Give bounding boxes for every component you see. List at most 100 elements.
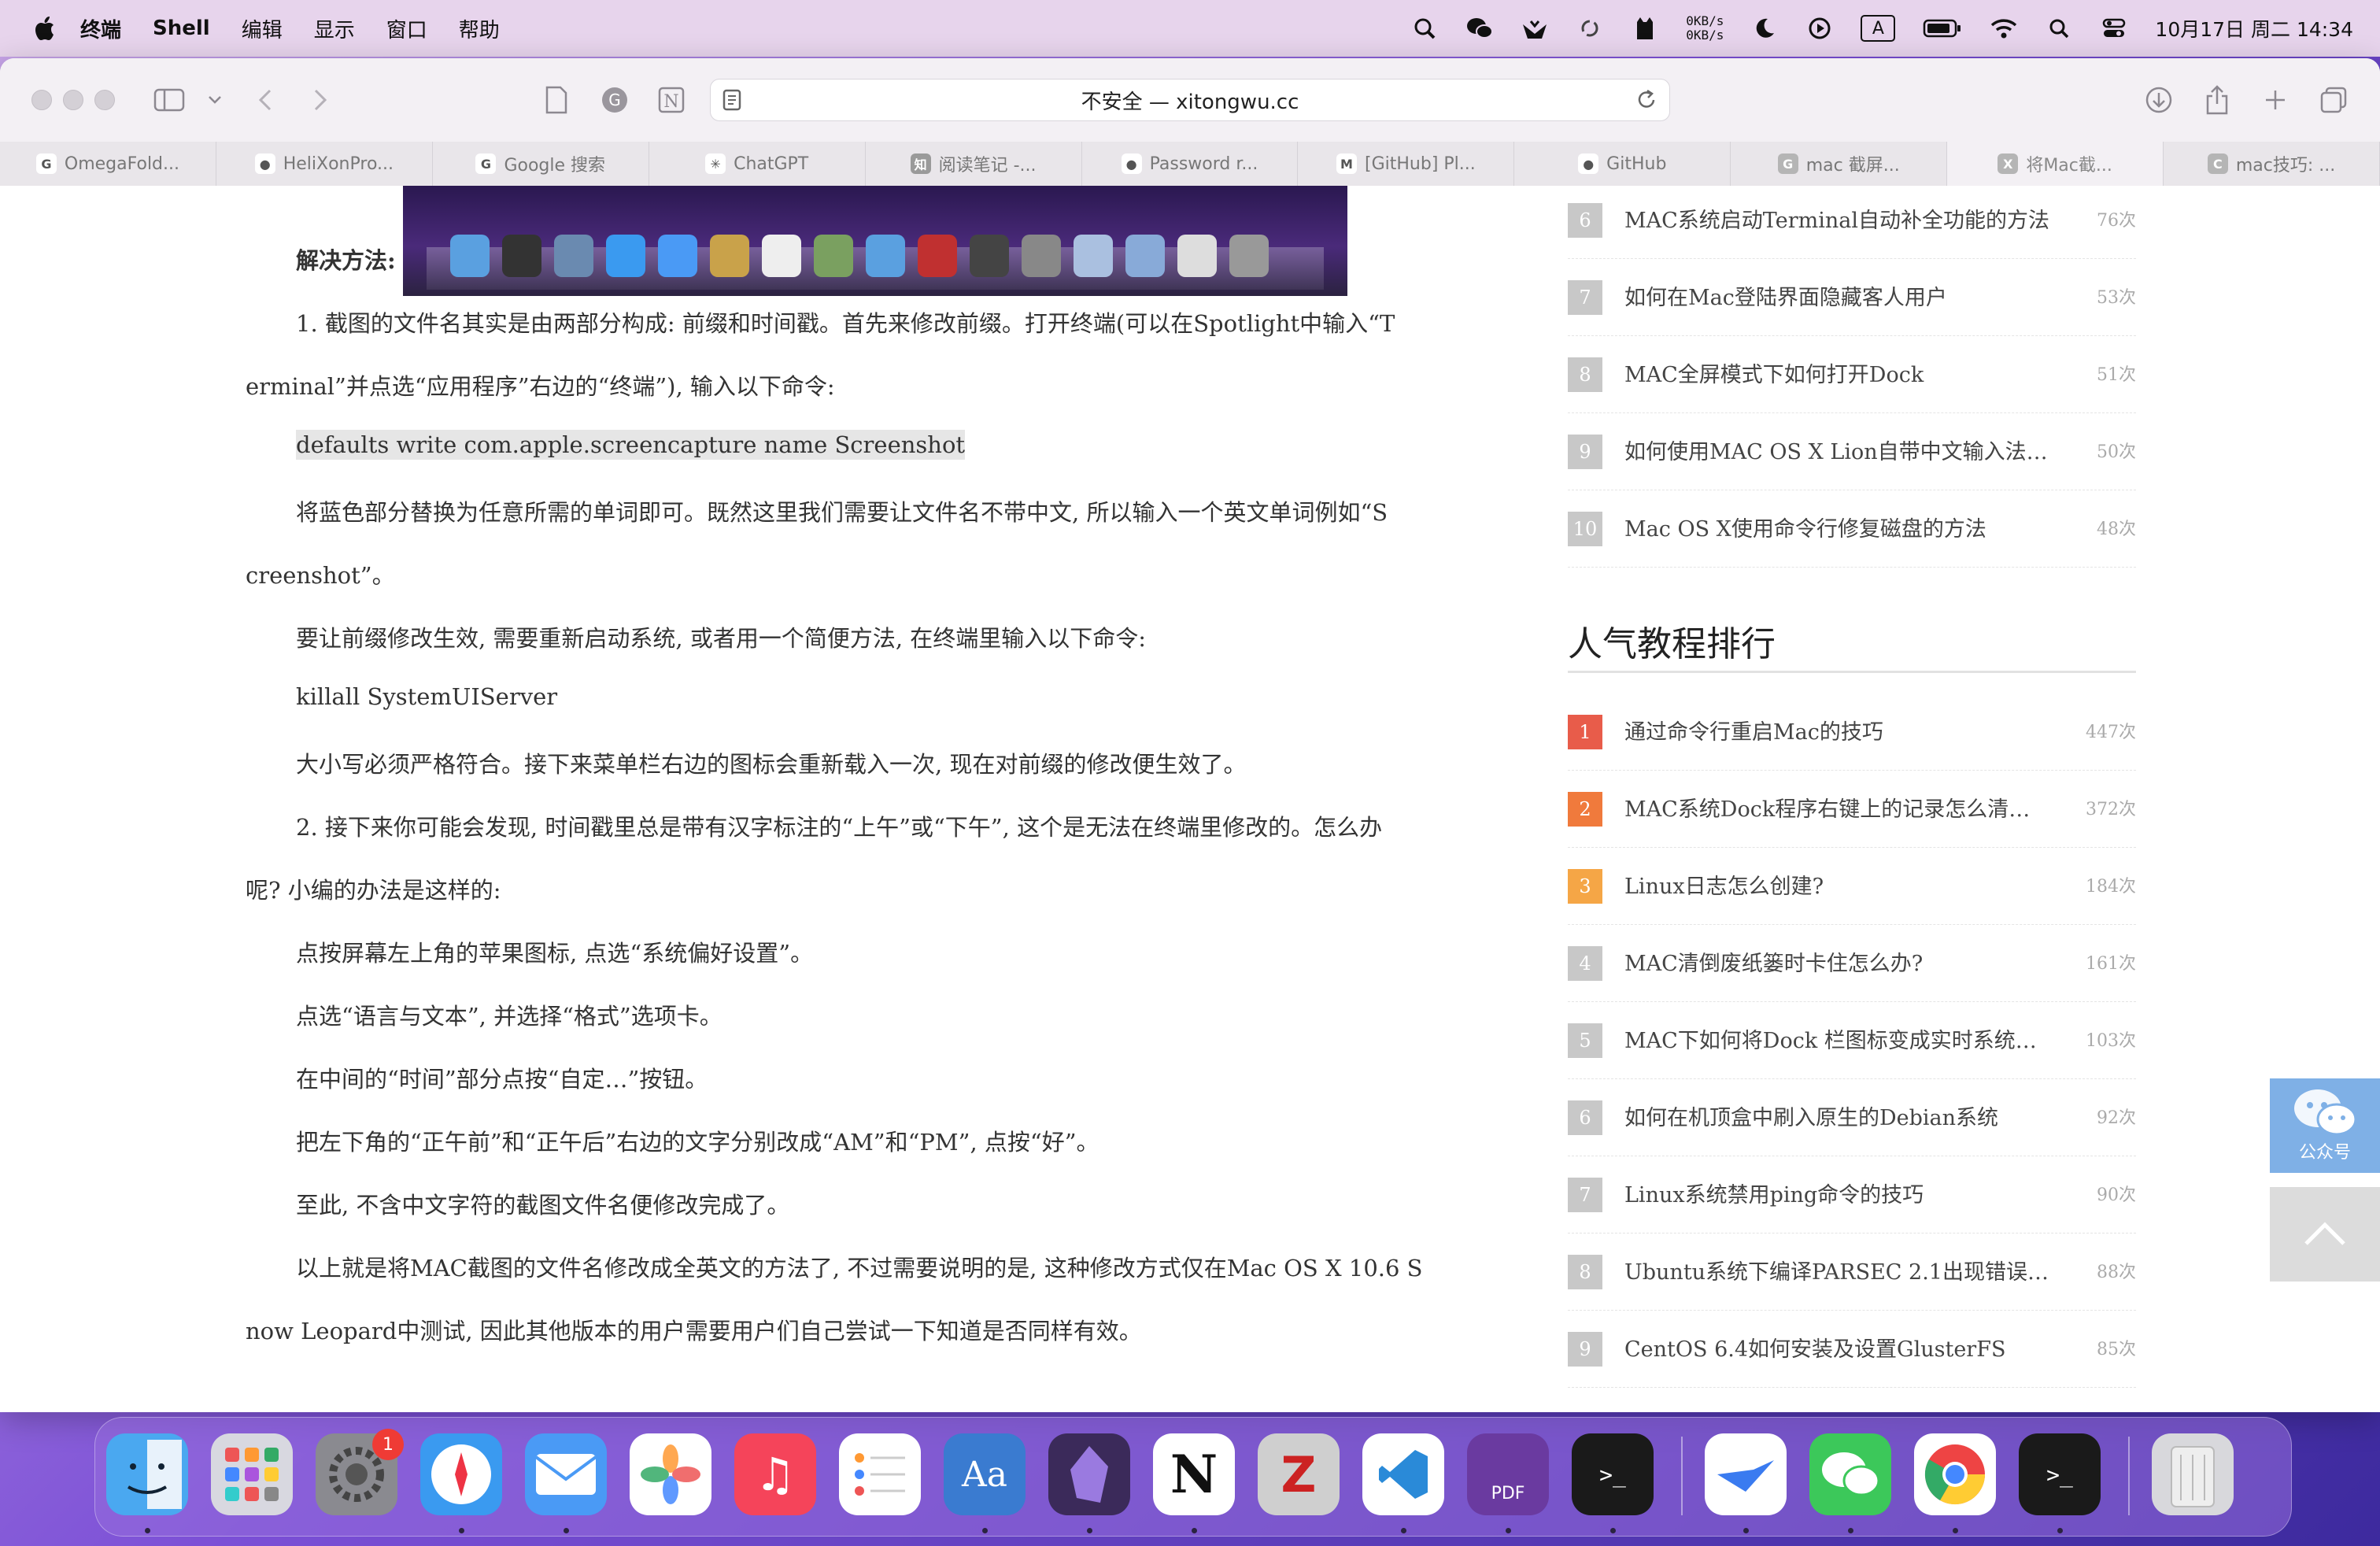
pdf-expert-icon[interactable]: PDF	[1467, 1433, 1549, 1515]
wechat-icon[interactable]	[1809, 1433, 1891, 1515]
document-icon[interactable]	[540, 83, 573, 117]
window-minimize-button[interactable]	[63, 90, 83, 110]
browser-tab[interactable]: M [GitHub] Pl...	[1298, 142, 1515, 186]
rank-title-link[interactable]: Mac OS X使用命令行修复磁盘的方法	[1624, 512, 1986, 542]
menu-window[interactable]: 窗口	[386, 14, 427, 43]
rank-title-link[interactable]: 如何在Mac登陆界面隐藏客人用户	[1624, 280, 1947, 311]
reload-icon[interactable]	[1635, 88, 1658, 117]
back-arrow-icon[interactable]	[249, 83, 282, 117]
ranking-row[interactable]: 2 MAC系统Dock程序右键上的记录怎么清… 372次	[1568, 770, 2136, 848]
ranking-row[interactable]: 3 Linux日志怎么创建? 184次	[1568, 847, 2136, 925]
menu-view[interactable]: 显示	[314, 14, 355, 43]
rank-title-link[interactable]: Linux系统禁用ping命令的技巧	[1624, 1178, 1924, 1208]
browser-tab[interactable]: ● HeliXonPro...	[216, 142, 433, 186]
wechat-status-icon[interactable]	[1465, 14, 1494, 43]
vscode-icon[interactable]	[1362, 1433, 1444, 1515]
notion-clipper-icon[interactable]: N	[655, 83, 688, 117]
obsidian-icon[interactable]	[1048, 1433, 1130, 1515]
ranking-row[interactable]: 6 MAC系统启动Terminal自动补全功能的方法 76次	[1568, 186, 2136, 259]
menu-app-name[interactable]: 终端	[80, 14, 121, 43]
safari-icon[interactable]	[420, 1433, 502, 1515]
browser-tab[interactable]: 知阅读笔记 -...	[866, 142, 1082, 186]
notion-icon[interactable]: N	[1153, 1433, 1235, 1515]
reader-mode-icon[interactable]	[722, 89, 742, 117]
menubar-clock[interactable]: 10月17日 周二 14:34	[2155, 14, 2353, 43]
browser-tab[interactable]: ● Password r...	[1082, 142, 1299, 186]
finder-icon[interactable]	[106, 1433, 188, 1515]
rank-title-link[interactable]: MAC下如何将Dock 栏图标变成实时系统…	[1624, 1023, 2037, 1054]
chrome-icon[interactable]	[1914, 1433, 1996, 1515]
input-source-icon[interactable]: A	[1861, 15, 1896, 42]
browser-tab[interactable]: ● GitHub	[1514, 142, 1731, 186]
rank-title-link[interactable]: 如何在机顶盒中刷入原生的Debian系统	[1624, 1100, 1998, 1131]
play-circle-icon[interactable]	[1805, 14, 1834, 43]
system-settings-icon[interactable]: 1	[316, 1429, 404, 1515]
cat-status-icon[interactable]	[1631, 14, 1659, 43]
browser-tab[interactable]: Cmac技巧: ...	[2164, 142, 2380, 186]
rank-title-link[interactable]: Linux日志怎么创建?	[1624, 869, 1824, 900]
spotlight-search-icon[interactable]	[2045, 14, 2073, 43]
net-up-speed: 0KB/s	[1686, 13, 1724, 28]
browser-tab[interactable]: G Google 搜索	[433, 142, 649, 186]
grammarly-icon[interactable]: G	[598, 83, 631, 117]
downloads-icon[interactable]	[2142, 83, 2175, 117]
battery-icon[interactable]	[1922, 14, 1963, 43]
ranking-row[interactable]: 7 Linux系统禁用ping命令的技巧 90次	[1568, 1156, 2136, 1233]
tab-overview-icon[interactable]	[2317, 83, 2350, 117]
menu-help[interactable]: 帮助	[459, 14, 500, 43]
sync-status-icon[interactable]	[1576, 14, 1604, 43]
menu-edit[interactable]: 编辑	[242, 14, 283, 43]
rank-title-link[interactable]: Ubuntu系统下编译PARSEC 2.1出现错误…	[1624, 1255, 2049, 1285]
search-key-icon[interactable]	[1410, 14, 1439, 43]
address-bar[interactable]: 不安全 — xitongwu.cc	[710, 79, 1670, 121]
launchpad-icon[interactable]	[211, 1433, 293, 1515]
browser-tab[interactable]: ✳ ChatGPT	[649, 142, 866, 186]
ranking-row[interactable]: 8 MAC全屏模式下如何打开Dock 51次	[1568, 335, 2136, 413]
rank-title-link[interactable]: MAC系统Dock程序右键上的记录怎么清…	[1624, 792, 2030, 823]
browser-tab[interactable]: X 将Mac截...	[1947, 142, 2164, 186]
lark-icon[interactable]	[1705, 1433, 1787, 1515]
ranking-row[interactable]: 7 如何在Mac登陆界面隐藏客人用户 53次	[1568, 258, 2136, 336]
back-to-top-button[interactable]	[2270, 1187, 2380, 1282]
wifi-icon[interactable]	[1990, 14, 2018, 43]
rank-title-link[interactable]: 通过命令行重启Mac的技巧	[1624, 715, 1883, 745]
ranking-row[interactable]: 9 CentOS 6.4如何安装及设置GlusterFS 85次	[1568, 1310, 2136, 1388]
bird-status-icon[interactable]	[1521, 14, 1549, 43]
dictionary-icon[interactable]: Aa	[944, 1433, 1026, 1515]
ranking-row[interactable]: 6 如何在机顶盒中刷入原生的Debian系统 92次	[1568, 1078, 2136, 1156]
control-center-icon[interactable]	[2100, 14, 2128, 43]
share-icon[interactable]	[2201, 83, 2234, 117]
browser-tab[interactable]: Gmac 截屏...	[1731, 142, 1948, 186]
ranking-row[interactable]: 9 如何使用MAC OS X Lion自带中文输入法… 50次	[1568, 412, 2136, 490]
apple-menu-icon[interactable]	[30, 14, 58, 43]
terminal-icon[interactable]: >_	[2019, 1433, 2101, 1515]
new-tab-plus-icon[interactable]	[2259, 83, 2292, 117]
rank-title-link[interactable]: MAC清倒废纸篓时卡住怎么办?	[1624, 946, 1923, 977]
forward-arrow-icon[interactable]	[304, 83, 337, 117]
trash-icon[interactable]	[2152, 1433, 2234, 1515]
photos-icon[interactable]	[630, 1433, 711, 1515]
rank-title-link[interactable]: CentOS 6.4如何安装及设置GlusterFS	[1624, 1332, 2005, 1363]
window-close-button[interactable]	[31, 90, 52, 110]
ranking-row[interactable]: 4 MAC清倒废纸篓时卡住怎么办? 161次	[1568, 924, 2136, 1002]
menu-shell[interactable]: Shell	[153, 17, 210, 40]
zotero-icon[interactable]: Z	[1258, 1433, 1340, 1515]
reminders-icon[interactable]	[839, 1433, 921, 1515]
ranking-row[interactable]: 1 通过命令行重启Mac的技巧 447次	[1568, 693, 2136, 771]
rank-title-link[interactable]: MAC全屏模式下如何打开Dock	[1624, 357, 1924, 388]
sidebar-toggle-icon[interactable]	[153, 83, 186, 117]
ranking-row[interactable]: 10 Mac OS X使用命令行修复磁盘的方法 48次	[1568, 490, 2136, 568]
browser-tab[interactable]: G OmegaFold...	[0, 142, 216, 186]
moon-icon[interactable]	[1750, 14, 1779, 43]
mail-icon[interactable]	[525, 1433, 607, 1515]
ranking-row[interactable]: 5 MAC下如何将Dock 栏图标变成实时系统… 103次	[1568, 1001, 2136, 1079]
wechat-official-account-button[interactable]: 公众号	[2270, 1078, 2380, 1173]
chevron-down-icon[interactable]	[198, 83, 231, 117]
network-speed: 0KB/s 0KB/s	[1686, 14, 1724, 43]
rank-title-link[interactable]: MAC系统启动Terminal自动补全功能的方法	[1624, 203, 2049, 234]
ranking-row[interactable]: 8 Ubuntu系统下编译PARSEC 2.1出现错误… 88次	[1568, 1233, 2136, 1311]
rank-title-link[interactable]: 如何使用MAC OS X Lion自带中文输入法…	[1624, 435, 2048, 465]
terminal-pro-icon[interactable]: >_	[1572, 1433, 1654, 1515]
music-icon[interactable]: ♫	[734, 1433, 816, 1515]
window-zoom-button[interactable]	[94, 90, 115, 110]
